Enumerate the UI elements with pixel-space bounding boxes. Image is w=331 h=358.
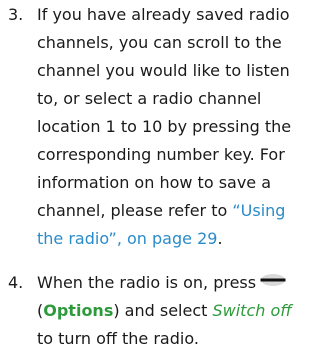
step-line-with-link: the radio”, on page 29. xyxy=(37,225,331,253)
step-line: to turn off the radio. xyxy=(37,329,199,348)
using-the-radio-link-start[interactable]: “Using xyxy=(232,201,285,220)
step-line: to, or select a radio channel xyxy=(37,89,262,108)
step-line-text: ) and select xyxy=(113,301,213,320)
step-line: information on how to save a xyxy=(37,173,272,192)
step-number: 4. xyxy=(8,273,24,292)
step-line: If you have already saved radio xyxy=(37,5,290,24)
step-number: 3. xyxy=(8,5,24,24)
using-the-radio-link-end[interactable]: the radio”, on page 29 xyxy=(37,229,217,248)
instruction-document: 3. If you have already saved radio chann… xyxy=(0,0,331,358)
step-line: channel you would like to listen xyxy=(37,61,290,80)
step-line: channels, you can scroll to the xyxy=(37,33,282,52)
step-line-with-link: channel, please refer to “Using xyxy=(37,197,331,225)
step-line: corresponding number key. For xyxy=(37,145,285,164)
selection-key-icon xyxy=(260,268,286,296)
step-line-text: channel, please refer to xyxy=(37,201,233,220)
options-softkey-label: Options xyxy=(43,301,114,320)
step-line-with-options: (Options) and select Switch off xyxy=(37,297,331,325)
sentence-period: . xyxy=(217,229,223,248)
step-text: When the radio is on, press (Options) an… xyxy=(37,269,331,353)
step-line-text: When the radio is on, press xyxy=(37,273,257,292)
step-line: location 1 to 10 by pressing the xyxy=(37,117,292,136)
switch-off-menu-label: Switch off xyxy=(212,301,292,320)
step-line-with-key: When the radio is on, press xyxy=(37,269,331,297)
step-text: If you have already saved radio channels… xyxy=(37,1,331,253)
